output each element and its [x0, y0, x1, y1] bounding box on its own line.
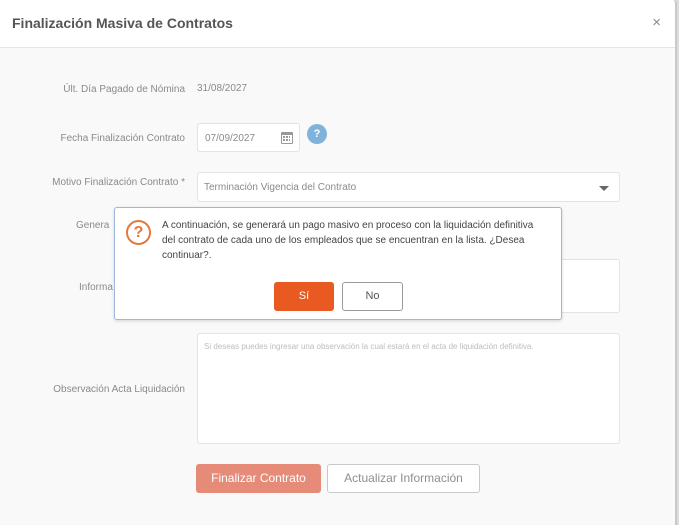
reason-select[interactable]: Terminación Vigencia del Contrato: [197, 172, 620, 202]
chevron-down-icon: [599, 186, 609, 191]
end-date-input[interactable]: 07/09/2027: [197, 123, 300, 152]
modal-title: Finalización Masiva de Contratos: [12, 15, 233, 31]
observation-placeholder: Si deseas puedes ingresar una observació…: [204, 342, 534, 351]
finalize-contract-button[interactable]: Finalizar Contrato: [196, 464, 321, 493]
observation-textarea[interactable]: Si deseas puedes ingresar una observació…: [197, 333, 620, 444]
modal: Finalización Masiva de Contratos × Últ. …: [0, 0, 677, 525]
information-label: Informa: [79, 282, 113, 293]
close-icon[interactable]: ×: [652, 14, 661, 32]
generate-label: Genera: [76, 220, 110, 231]
no-button[interactable]: No: [342, 282, 403, 311]
update-information-button[interactable]: Actualizar Información: [327, 464, 480, 493]
last-paid-day-value: 31/08/2027: [197, 83, 248, 94]
dialog-message: A continuación, se generará un pago masi…: [162, 220, 534, 261]
confirm-dialog: ? A continuación, se generará un pago ma…: [114, 207, 562, 320]
question-icon: ?: [126, 220, 151, 245]
end-date-value: 07/09/2027: [205, 133, 256, 144]
modal-header: Finalización Masiva de Contratos ×: [0, 0, 675, 48]
observation-label: Observación Acta Liquidación: [53, 384, 185, 395]
end-date-label: Fecha Finalización Contrato: [60, 133, 185, 144]
last-paid-day-label: Últ. Día Pagado de Nómina: [63, 84, 185, 95]
reason-value: Terminación Vigencia del Contrato: [204, 182, 357, 193]
reason-label: Motivo Finalización Contrato *: [52, 177, 185, 188]
calendar-icon[interactable]: [281, 132, 293, 144]
yes-button[interactable]: Sí: [274, 282, 334, 311]
help-icon[interactable]: ?: [307, 124, 327, 144]
